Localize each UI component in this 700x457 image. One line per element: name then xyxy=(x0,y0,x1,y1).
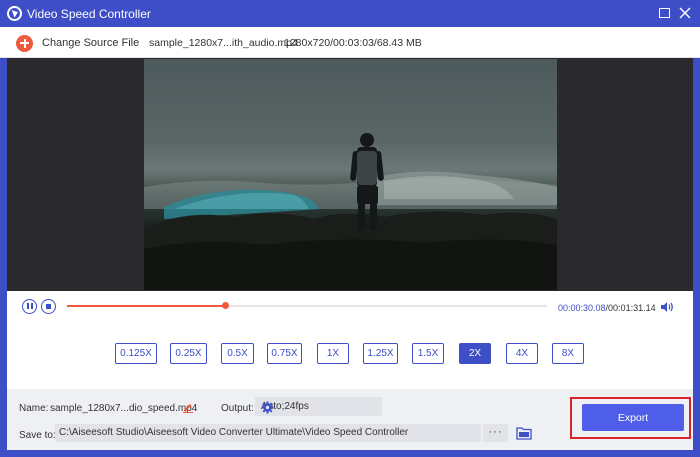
name-label: Name: xyxy=(19,403,49,414)
speed-option-075x[interactable]: 0.75X xyxy=(267,343,302,364)
speed-option-4x[interactable]: 4X xyxy=(506,343,538,364)
speed-option-025x[interactable]: 0.25X xyxy=(170,343,207,364)
open-folder-icon[interactable] xyxy=(516,426,532,440)
plus-icon xyxy=(16,34,33,52)
volume-icon[interactable] xyxy=(660,301,674,313)
speed-option-05x[interactable]: 0.5X xyxy=(221,343,254,364)
pause-icon[interactable] xyxy=(22,299,37,314)
speed-option-125x[interactable]: 1.25X xyxy=(363,343,398,364)
browse-more-button[interactable]: ··· xyxy=(483,424,508,442)
window-title: Video Speed Controller xyxy=(27,7,151,21)
change-source-label: Change Source File xyxy=(42,37,140,49)
export-button[interactable]: Export xyxy=(582,404,684,431)
app-logo-icon xyxy=(7,6,22,21)
speed-options: 0.125X 0.25X 0.5X 0.75X 1X 1.25X 1.5X 2X… xyxy=(7,323,693,389)
stop-icon[interactable] xyxy=(41,299,56,314)
maximize-icon[interactable] xyxy=(657,5,673,21)
speed-option-8x[interactable]: 8X xyxy=(552,343,584,364)
edit-name-icon[interactable] xyxy=(182,401,194,413)
output-format-select[interactable]: Auto;24fps xyxy=(255,397,382,416)
speed-option-1x[interactable]: 1X xyxy=(317,343,349,364)
progress-bar[interactable] xyxy=(67,302,547,309)
gear-icon[interactable] xyxy=(261,401,274,414)
change-source-button[interactable]: Change Source File xyxy=(16,33,139,53)
video-frame[interactable] xyxy=(144,59,557,290)
speed-option-0125x[interactable]: 0.125X xyxy=(115,343,157,364)
save-to-label: Save to: xyxy=(19,430,56,441)
source-file-meta: 1280x720/00:03:03/68.43 MB xyxy=(284,37,422,49)
source-file-name: sample_1280x7...ith_audio.mp4 xyxy=(149,37,298,49)
video-preview-area xyxy=(7,58,693,291)
output-label: Output: xyxy=(221,403,254,414)
output-file-name: sample_1280x7...dio_speed.mp4 xyxy=(50,403,198,414)
save-path-value: C:\Aiseesoft Studio\Aiseesoft Video Conv… xyxy=(59,427,409,438)
title-bar: Video Speed Controller xyxy=(0,0,700,27)
speed-option-15x[interactable]: 1.5X xyxy=(412,343,444,364)
close-icon[interactable] xyxy=(677,5,693,21)
progress-fill xyxy=(67,305,226,307)
output-settings-panel: Name: sample_1280x7...dio_speed.mp4 Outp… xyxy=(7,389,693,450)
window-border-left xyxy=(0,27,7,450)
progress-handle[interactable] xyxy=(221,302,229,309)
source-bar: Change Source File sample_1280x7...ith_a… xyxy=(0,27,700,58)
window-border-bottom xyxy=(0,450,700,457)
speed-option-2x[interactable]: 2X xyxy=(459,343,491,364)
playback-controls: 00:00:30.08/00:01:31.14 xyxy=(7,291,693,323)
time-display: 00:00:30.08/00:01:31.14 xyxy=(558,303,656,313)
total-time: /00:01:31.14 xyxy=(605,303,656,313)
save-path-field[interactable]: C:\Aiseesoft Studio\Aiseesoft Video Conv… xyxy=(55,424,481,442)
window-border-right xyxy=(693,27,700,450)
current-time: 00:00:30.08 xyxy=(558,303,606,313)
